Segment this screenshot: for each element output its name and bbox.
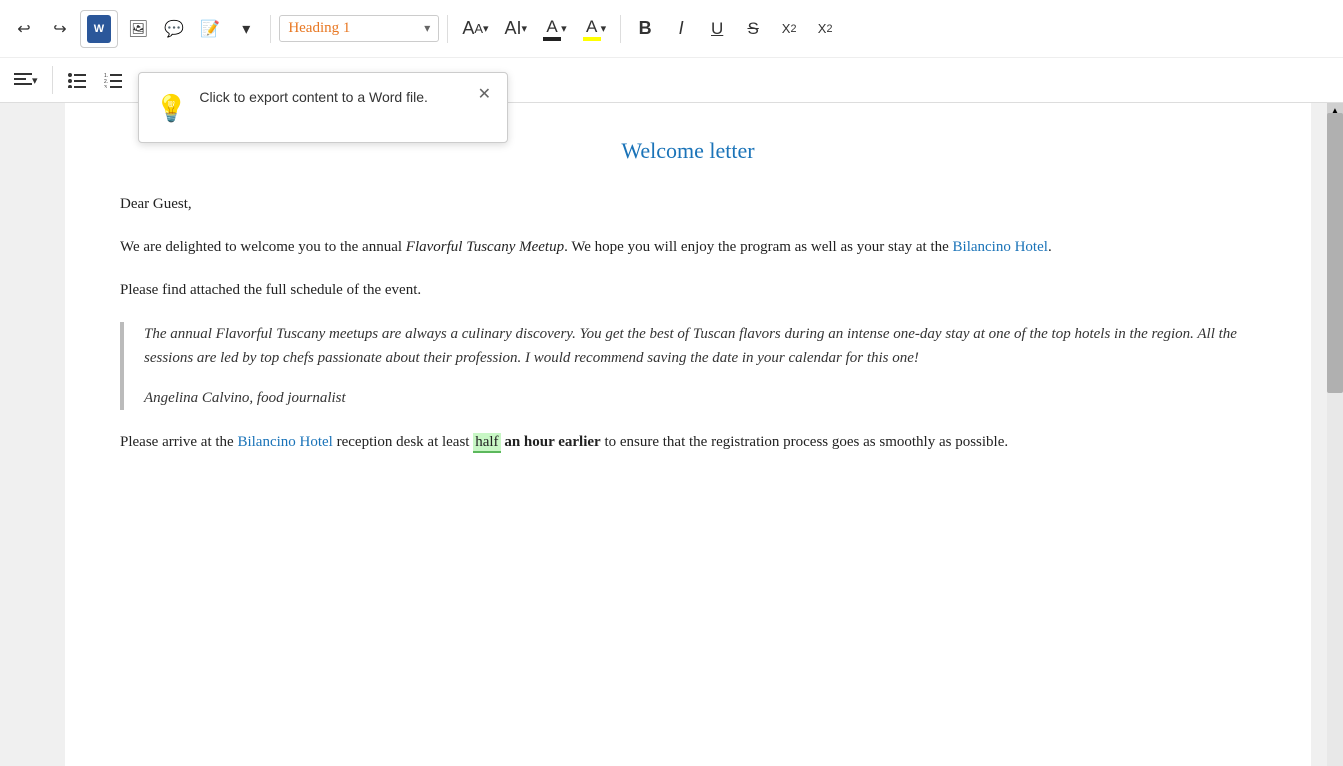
toolbar-row1: ↩ ↪ W 🖼 💬 📝 ▾ Heading 1 ▾ AA ▾ AI ▾ [0,0,1343,58]
bold-button[interactable]: B [629,13,661,45]
italic-button[interactable]: I [665,13,697,45]
redo-button[interactable]: ↪ [44,13,76,45]
scrollbar-thumb[interactable] [1327,113,1343,393]
divider1 [270,15,271,43]
blockquote-text: The annual Flavorful Tuscany meetups are… [144,322,1256,370]
highlight-icon: A [583,17,601,41]
track-changes-button[interactable]: 📝 [194,13,226,45]
font-size-button[interactable]: AI ▾ [499,13,534,45]
bullet-list-button[interactable] [61,64,93,96]
font-color-icon: A [543,17,561,41]
welcome-end: . [1048,239,1052,255]
welcome-after: . We hope you will enjoy the program as … [564,239,952,255]
right-margin: ▲ [1311,103,1343,766]
greeting-text: Dear Guest, [120,196,192,212]
insert-comment-button[interactable]: 💬 [158,13,190,45]
undo-button[interactable]: ↩ [8,13,40,45]
document-page[interactable]: Welcome letter Dear Guest, We are deligh… [65,103,1311,766]
svg-text:3.: 3. [104,85,108,88]
align-left-icon [14,72,32,88]
align-left-button[interactable]: ▾ [8,64,44,96]
hotel-link-2[interactable]: Bilancino Hotel [237,434,332,450]
numbered-list-icon: 1. 2. 3. [104,72,122,88]
divider3 [620,15,621,43]
tooltip-lightbulb-icon: 💡 [155,89,187,128]
export-tooltip: 💡 Click to export content to a Word file… [138,72,508,143]
insert-image-button[interactable]: 🖼 [122,13,154,45]
blockquote-attribution: Angelina Calvino, food journalist [144,386,1256,410]
toolbar-area: ↩ ↪ W 🖼 💬 📝 ▾ Heading 1 ▾ AA ▾ AI ▾ [0,0,1343,103]
event-name-italic: Flavorful Tuscany Meetup [406,239,564,255]
word-export-button[interactable]: W [80,10,118,48]
bullet-list-icon [68,72,86,88]
paragraph-arrival: Please arrive at the Bilancino Hotel rec… [120,430,1256,455]
paragraph-greeting: Dear Guest, [120,192,1256,217]
welcome-before: We are delighted to welcome you to the a… [120,239,406,255]
underline-button[interactable]: U [701,13,733,45]
font-size-auto-button[interactable]: AA ▾ [456,13,494,45]
word-icon: W [87,15,111,43]
subscript-button[interactable]: X2 [773,13,805,45]
tooltip-text: Click to export content to a Word file. [199,87,465,108]
more-button[interactable]: ▾ [230,13,262,45]
paragraph-schedule: Please find attached the full schedule o… [120,278,1256,303]
arrival-before: Please arrive at the [120,434,237,450]
paragraph-welcome: We are delighted to welcome you to the a… [120,235,1256,260]
scrollbar[interactable]: ▲ [1327,103,1343,766]
testimonial-blockquote: The annual Flavorful Tuscany meetups are… [120,322,1256,410]
font-color-button[interactable]: A ▾ [537,13,573,45]
bold-hour: an hour earlier [501,434,601,450]
arrival-middle: reception desk at least [333,434,473,450]
highlight-color-button[interactable]: A ▾ [577,13,613,45]
arrival-after: to ensure that the registration process … [601,434,1008,450]
heading-select-value: Heading 1 [288,20,350,37]
left-margin [0,103,65,766]
numbered-list-button[interactable]: 1. 2. 3. [97,64,129,96]
superscript-button[interactable]: X2 [809,13,841,45]
main-area: Welcome letter Dear Guest, We are deligh… [0,103,1343,766]
divider2 [447,15,448,43]
tooltip-close-button[interactable]: ✕ [478,87,491,103]
highlighted-half: half [473,433,500,453]
heading-select[interactable]: Heading 1 ▾ [279,15,439,42]
heading-chevron-icon: ▾ [424,21,430,36]
hotel-link-1[interactable]: Bilancino Hotel [953,239,1048,255]
strikethrough-button[interactable]: S [737,13,769,45]
divider4 [52,66,53,94]
